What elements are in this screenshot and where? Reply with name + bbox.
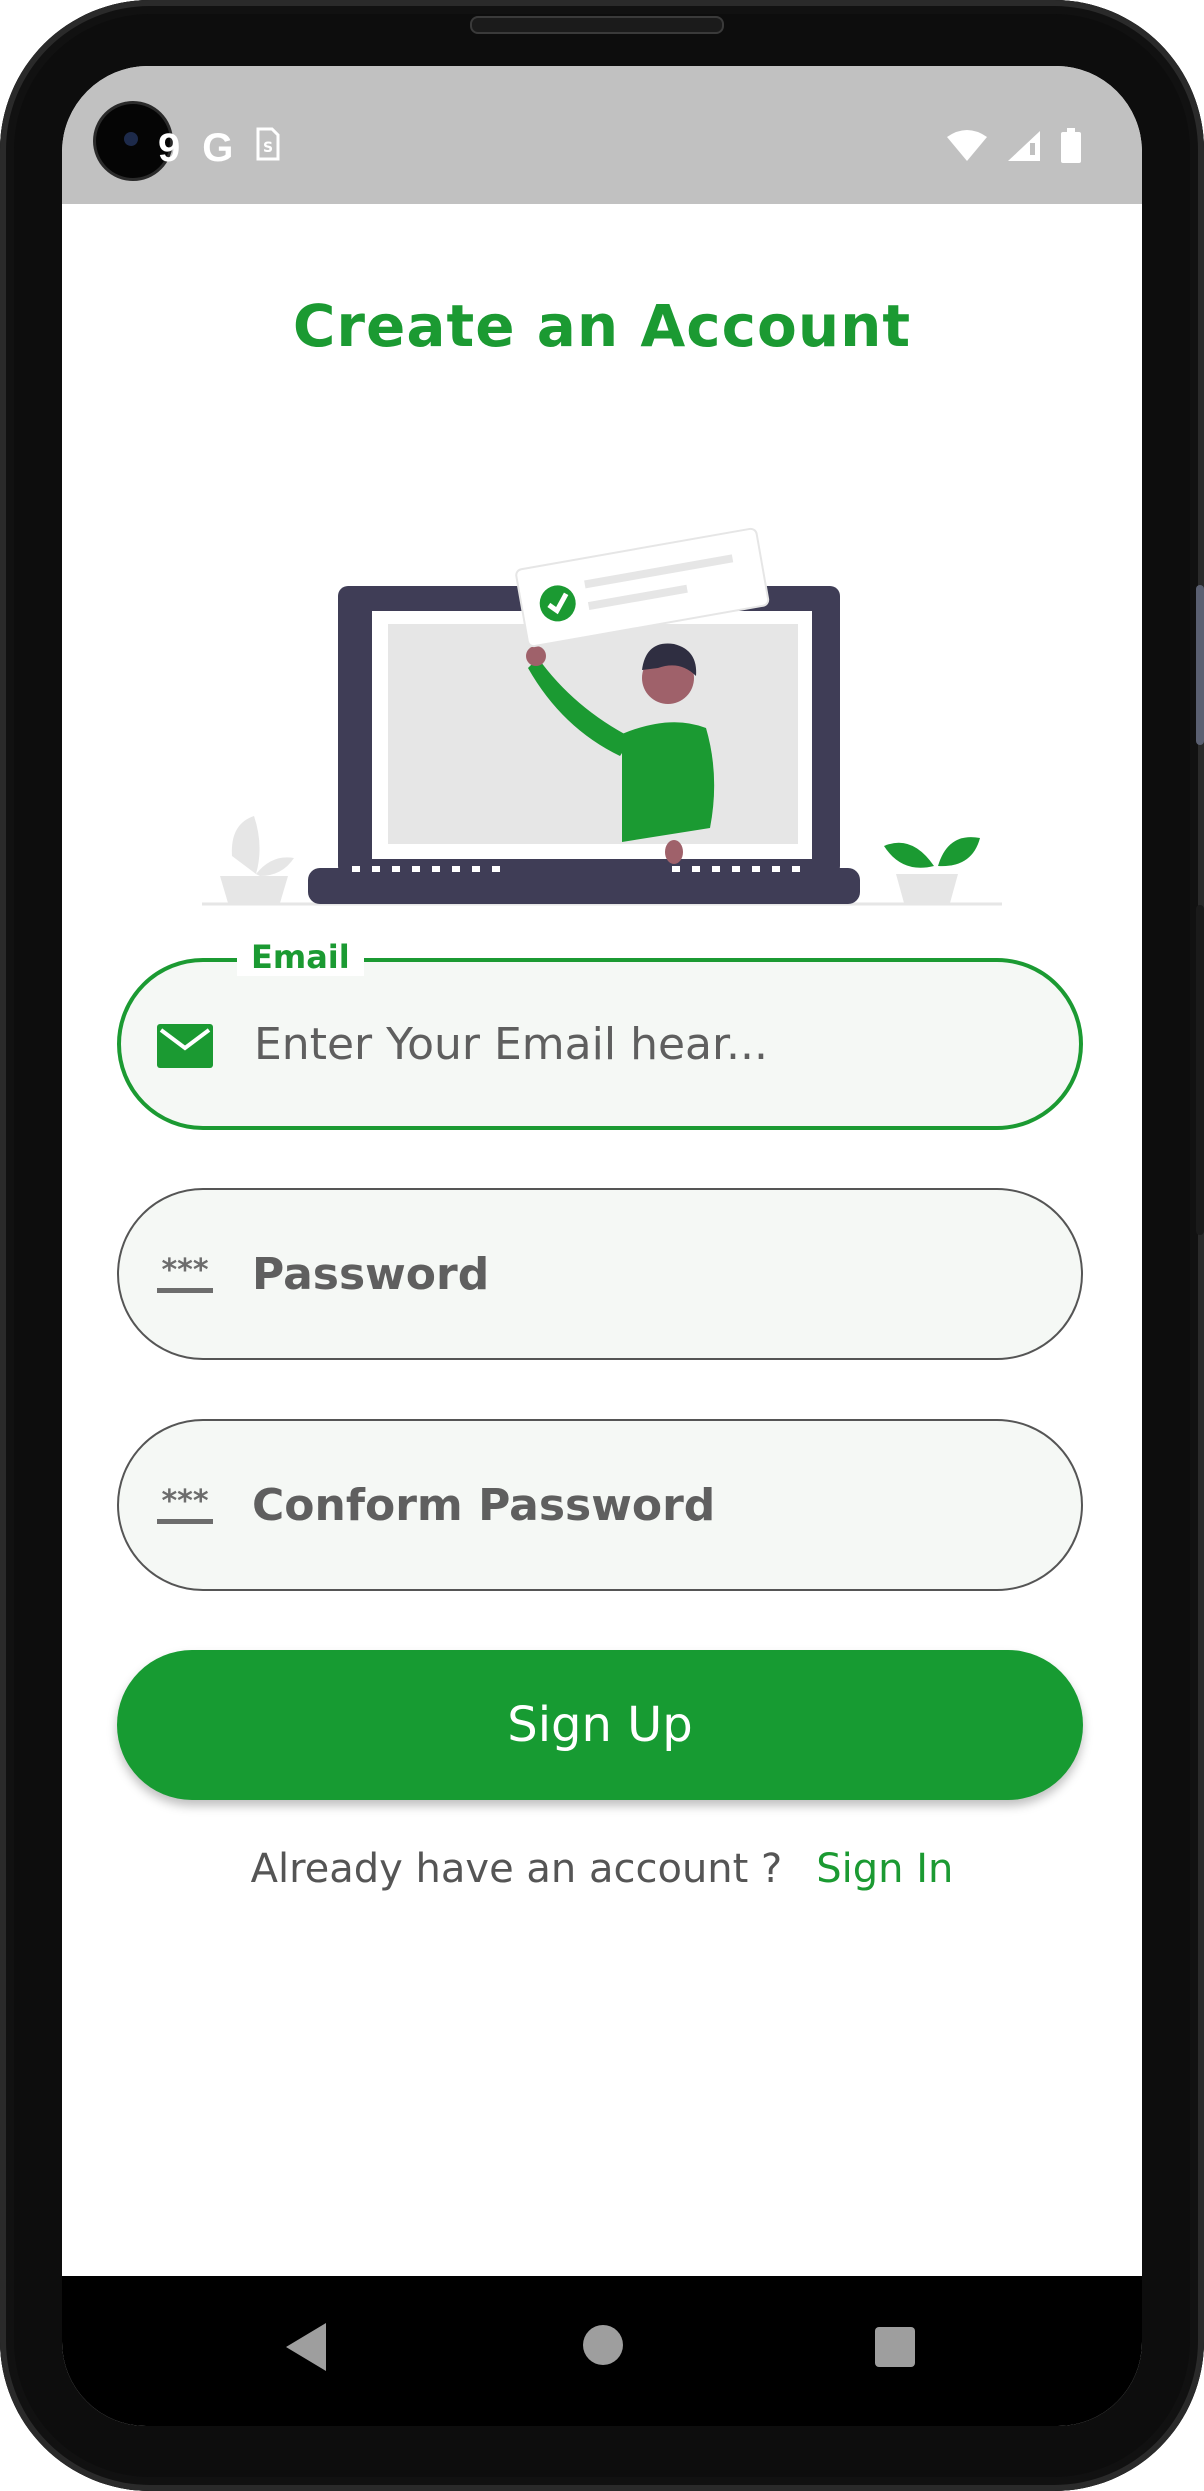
- status-left-icons: 9 G S: [158, 126, 281, 171]
- password-icon: ***: [155, 1250, 213, 1298]
- navigation-bar: [62, 2276, 1142, 2426]
- email-input[interactable]: Enter Your Email hear...: [254, 962, 768, 1126]
- notification-digit: 9: [158, 126, 181, 170]
- mail-icon: [157, 1022, 213, 1070]
- signin-prompt: Already have an account ? Sign In: [62, 1846, 1142, 1892]
- wifi-icon: [946, 129, 988, 167]
- status-bar: 9 G S: [62, 66, 1142, 204]
- password-field[interactable]: *** Password: [117, 1188, 1083, 1360]
- page-title: Create an Account: [292, 292, 912, 360]
- signal-icon: [1006, 129, 1042, 167]
- power-button: [1196, 905, 1204, 1235]
- recents-icon[interactable]: [874, 2326, 916, 2372]
- sim-icon: S: [255, 126, 281, 171]
- google-g-icon: G: [202, 126, 234, 170]
- signin-question: Already have an account ?: [250, 1846, 783, 1892]
- home-icon[interactable]: [582, 2324, 624, 2370]
- svg-text:***: ***: [161, 1253, 208, 1288]
- signup-illustration: [202, 527, 1002, 906]
- app-screen: 9 G S Create an Account Email Enter Your…: [62, 66, 1142, 2426]
- sign-in-link[interactable]: Sign In: [816, 1846, 953, 1892]
- confirm-password-icon: ***: [155, 1481, 213, 1529]
- confirm-password-input[interactable]: Conform Password: [252, 1421, 715, 1589]
- svg-text:***: ***: [161, 1484, 208, 1519]
- svg-text:S: S: [263, 140, 273, 156]
- password-input[interactable]: Password: [252, 1190, 489, 1358]
- speaker-grille: [470, 16, 724, 34]
- sign-up-button[interactable]: Sign Up: [117, 1650, 1083, 1800]
- confirm-password-field[interactable]: *** Conform Password: [117, 1419, 1083, 1591]
- back-icon[interactable]: [284, 2321, 328, 2377]
- status-right-icons: [946, 128, 1082, 168]
- email-field[interactable]: Email Enter Your Email hear...: [117, 938, 1083, 1130]
- battery-icon: [1060, 128, 1082, 168]
- volume-button: [1196, 585, 1204, 745]
